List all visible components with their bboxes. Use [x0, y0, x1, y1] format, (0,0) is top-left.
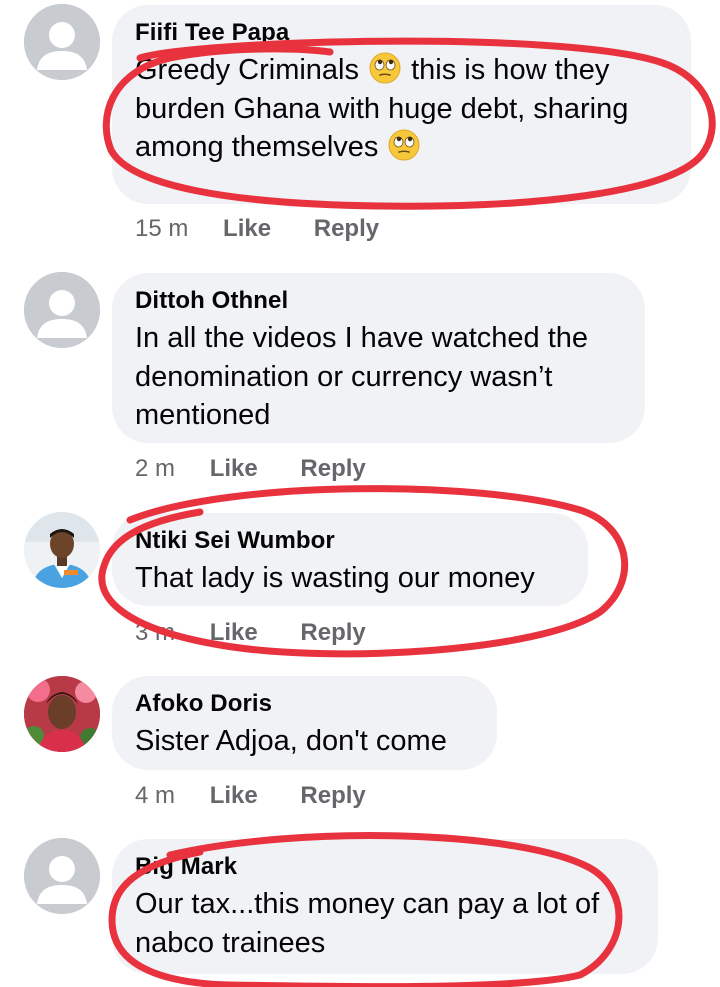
rolling-eyes-emoji-icon: [388, 129, 420, 161]
comment-author[interactable]: Fiifi Tee Papa: [135, 19, 667, 47]
comment-author[interactable]: Big Mark: [135, 853, 634, 881]
comment-bubble: Ntiki Sei Wumbor That lady is wasting ou…: [112, 513, 588, 606]
comment-bubble: Dittoh Othnel In all the videos I have w…: [112, 273, 645, 443]
like-button[interactable]: Like: [210, 455, 258, 483]
like-button[interactable]: Like: [210, 619, 258, 647]
reply-button[interactable]: Reply: [300, 455, 365, 483]
like-button[interactable]: Like: [223, 215, 271, 243]
comment-timestamp[interactable]: 15 m: [135, 215, 188, 243]
avatar-placeholder-icon[interactable]: [24, 838, 100, 914]
like-button[interactable]: Like: [210, 782, 258, 810]
comment-author[interactable]: Afoko Doris: [135, 690, 473, 718]
avatar-photo[interactable]: [24, 676, 100, 752]
reply-button[interactable]: Reply: [300, 619, 365, 647]
comment-text: Sister Adjoa, don't come: [135, 725, 447, 757]
comment-actions: 3 m Like Reply: [135, 619, 366, 647]
avatar-placeholder-icon[interactable]: [24, 272, 100, 348]
comment-bubble: Big Mark Our tax...this money can pay a …: [112, 839, 658, 974]
comment-text: That lady is wasting our money: [135, 562, 535, 594]
comment-author[interactable]: Ntiki Sei Wumbor: [135, 527, 564, 555]
comment-actions: 4 m Like Reply: [135, 782, 366, 810]
comment-text: In all the videos I have watched the den…: [135, 322, 589, 431]
rolling-eyes-emoji-icon: [369, 52, 401, 84]
user-photo-icon: [24, 676, 100, 752]
comment-bubble: Fiifi Tee Papa Greedy Criminals this is …: [112, 5, 691, 204]
avatar-placeholder-icon[interactable]: [24, 4, 100, 80]
comment-bubble: Afoko Doris Sister Adjoa, don't come: [112, 676, 497, 770]
comment-timestamp[interactable]: 2 m: [135, 455, 175, 483]
comment-timestamp[interactable]: 4 m: [135, 782, 175, 810]
comment-author[interactable]: Dittoh Othnel: [135, 287, 621, 315]
comment-text: Our tax...this money can pay a lot of na…: [135, 888, 600, 959]
comment-actions: 15 m Like Reply: [135, 215, 379, 243]
reply-button[interactable]: Reply: [314, 215, 379, 243]
comment-text: Greedy Criminals this is how they burden…: [135, 52, 629, 163]
reply-button[interactable]: Reply: [300, 782, 365, 810]
comment-actions: 2 m Like Reply: [135, 455, 366, 483]
user-photo-icon: [24, 512, 100, 588]
comment-timestamp[interactable]: 3 m: [135, 619, 175, 647]
avatar-photo[interactable]: [24, 512, 100, 588]
